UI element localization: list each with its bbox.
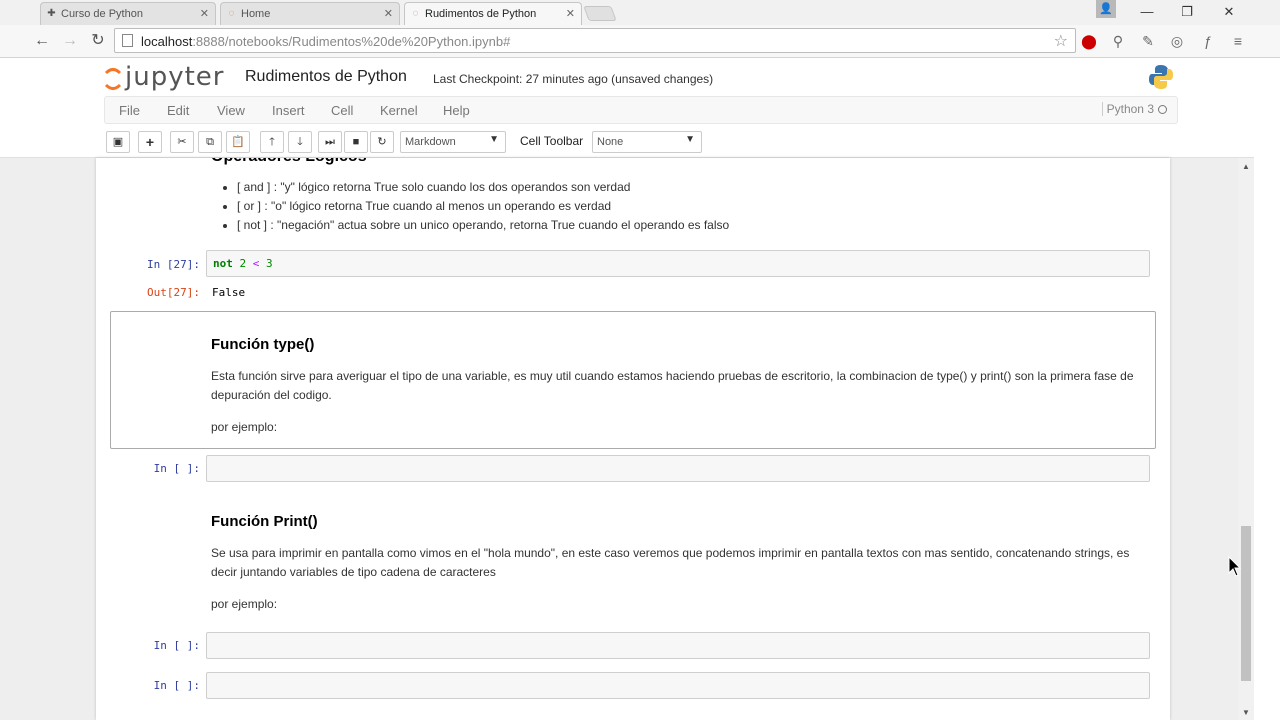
move-down-button[interactable]: 🡓: [288, 131, 312, 153]
browser-tab-rudimentos[interactable]: ◌ Rudimentos de Python ✕: [404, 2, 582, 26]
paste-button[interactable]: 📋: [226, 131, 250, 153]
cell-type-select[interactable]: Markdown ▼: [400, 131, 506, 153]
scrollbar-thumb[interactable]: [1241, 526, 1251, 681]
browser-menu-icon[interactable]: ≡: [1228, 30, 1248, 52]
jupyter-logo-icon: [104, 68, 122, 90]
jupyter-icon: ◌: [228, 8, 235, 19]
jupyter-icon: ◌: [412, 8, 419, 19]
save-button[interactable]: ▣: [106, 131, 130, 153]
print-paragraph: Se usa para imprimir en pantalla como vi…: [211, 546, 1130, 579]
scroll-up-icon[interactable]: ▲: [1242, 162, 1250, 171]
type-heading: Función type(): [211, 336, 315, 353]
menu-cell[interactable]: Cell: [331, 103, 353, 118]
menu-insert[interactable]: Insert: [272, 103, 305, 118]
url-text: localhost:8888/notebooks/Rudimentos%20de…: [141, 34, 511, 49]
checkpoint-status: Last Checkpoint: 27 minutes ago (unsaved…: [433, 72, 714, 86]
in-prompt-empty: In [ ]:: [153, 462, 200, 475]
close-icon[interactable]: ✕: [384, 7, 393, 20]
insert-cell-button[interactable]: +: [138, 131, 162, 153]
kernel-idle-icon: [1158, 105, 1167, 114]
move-up-button[interactable]: 🡑: [260, 131, 284, 153]
code-input-27[interactable]: not 2 < 3: [206, 250, 1150, 277]
browser-toolbar: ← → ↻ localhost:8888/notebooks/Rudimento…: [0, 25, 1280, 58]
cell-toolbar-select[interactable]: None ▼: [592, 131, 702, 153]
kernel-indicator: Python 3: [1101, 102, 1167, 116]
page-scrollbar[interactable]: ▲ ▼: [1238, 158, 1254, 720]
window-edge: [1254, 58, 1280, 720]
browser-tab-bar: ✚ Curso de Python ✕ ◌ Home ✕ ◌ Rudimento…: [0, 0, 1280, 26]
menu-bar: File Edit View Insert Cell Kernel Help P…: [104, 96, 1178, 124]
dropdown-caret-icon: ▼: [685, 134, 695, 145]
browser-tab-curso[interactable]: ✚ Curso de Python ✕: [40, 2, 216, 25]
scroll-down-icon[interactable]: ▼: [1242, 708, 1250, 717]
tab-label: Curso de Python: [61, 8, 143, 20]
restart-button[interactable]: ↻: [370, 131, 394, 153]
close-icon[interactable]: ✕: [200, 7, 209, 20]
back-icon[interactable]: ←: [32, 31, 52, 51]
list-item: [ not ] : "negación" actua sobre un unic…: [237, 216, 729, 235]
in-prompt-empty: In [ ]:: [153, 679, 200, 692]
type-example: por ejemplo:: [211, 420, 278, 434]
code-input-empty[interactable]: [206, 672, 1150, 699]
bookmark-star-icon[interactable]: ☆: [1054, 31, 1068, 51]
page-icon: [122, 34, 133, 47]
profile-icon[interactable]: 👤: [1096, 0, 1116, 18]
jupyter-logo-text: jupyter: [125, 62, 225, 92]
puzzle-icon: ✚: [47, 8, 56, 19]
jupyter-header: jupyter Rudimentos de Python Last Checkp…: [0, 58, 1254, 158]
cut-button[interactable]: ✂: [170, 131, 194, 153]
list-item: [ or ] : "o" lógico retorna True cuando …: [237, 197, 729, 216]
type-paragraph: Esta función sirve para averiguar el tip…: [211, 369, 1134, 402]
close-icon[interactable]: ✕: [566, 7, 575, 20]
operadores-heading: Operadores Logicos: [211, 158, 367, 166]
tab-label: Home: [241, 8, 271, 20]
print-example: por ejemplo:: [211, 597, 278, 611]
list-item: [ and ] : "y" lógico retorna True solo c…: [237, 178, 729, 197]
logic-operators-list: [ and ] : "y" lógico retorna True solo c…: [237, 178, 729, 235]
forward-icon[interactable]: →: [60, 31, 80, 51]
notebook-scroll-area[interactable]: Operadores Logicos [ and ] : "y" lógico …: [0, 158, 1254, 720]
circle-extension-icon[interactable]: ◎: [1167, 30, 1187, 52]
menu-edit[interactable]: Edit: [167, 103, 189, 118]
menu-help[interactable]: Help: [443, 103, 470, 118]
opera-extension-icon[interactable]: ⬤: [1079, 30, 1099, 52]
in-prompt-empty: In [ ]:: [153, 639, 200, 652]
cell-toolbar-label: Cell Toolbar: [520, 134, 584, 148]
interrupt-button[interactable]: ■: [344, 131, 368, 153]
print-heading: Función Print(): [211, 513, 318, 530]
dropdown-caret-icon: ▼: [489, 134, 499, 145]
minimize-icon[interactable]: —: [1134, 2, 1160, 22]
out-prompt-27: Out[27]:: [147, 286, 200, 299]
notebook-title[interactable]: Rudimentos de Python: [245, 68, 407, 86]
menu-kernel[interactable]: Kernel: [380, 103, 418, 118]
new-tab-button[interactable]: [583, 6, 617, 21]
code-input-empty[interactable]: [206, 455, 1150, 482]
in-prompt-27: In [27]:: [147, 258, 200, 271]
browser-tab-home[interactable]: ◌ Home ✕: [220, 2, 400, 25]
search-extension-icon[interactable]: ⚲: [1108, 30, 1128, 52]
tab-label: Rudimentos de Python: [425, 8, 537, 20]
code-input-empty[interactable]: [206, 632, 1150, 659]
function-extension-icon[interactable]: ƒ: [1198, 30, 1218, 52]
copy-button[interactable]: ⧉: [198, 131, 222, 153]
address-bar[interactable]: localhost:8888/notebooks/Rudimentos%20de…: [114, 28, 1076, 53]
reload-icon[interactable]: ↻: [88, 31, 108, 51]
output-27: False: [212, 286, 246, 299]
run-button[interactable]: ⏭: [318, 131, 342, 153]
menu-view[interactable]: View: [217, 103, 245, 118]
python-logo-icon: [1149, 65, 1173, 89]
menu-file[interactable]: File: [119, 103, 140, 118]
mouse-cursor-icon: [1228, 556, 1242, 577]
notebook-page: Operadores Logicos [ and ] : "y" lógico …: [96, 158, 1170, 720]
restore-icon[interactable]: ❐: [1174, 2, 1200, 22]
window-close-icon[interactable]: ✕: [1216, 2, 1242, 22]
jupyter-logo[interactable]: jupyter: [103, 62, 233, 94]
eyedropper-extension-icon[interactable]: ✎: [1138, 30, 1158, 52]
